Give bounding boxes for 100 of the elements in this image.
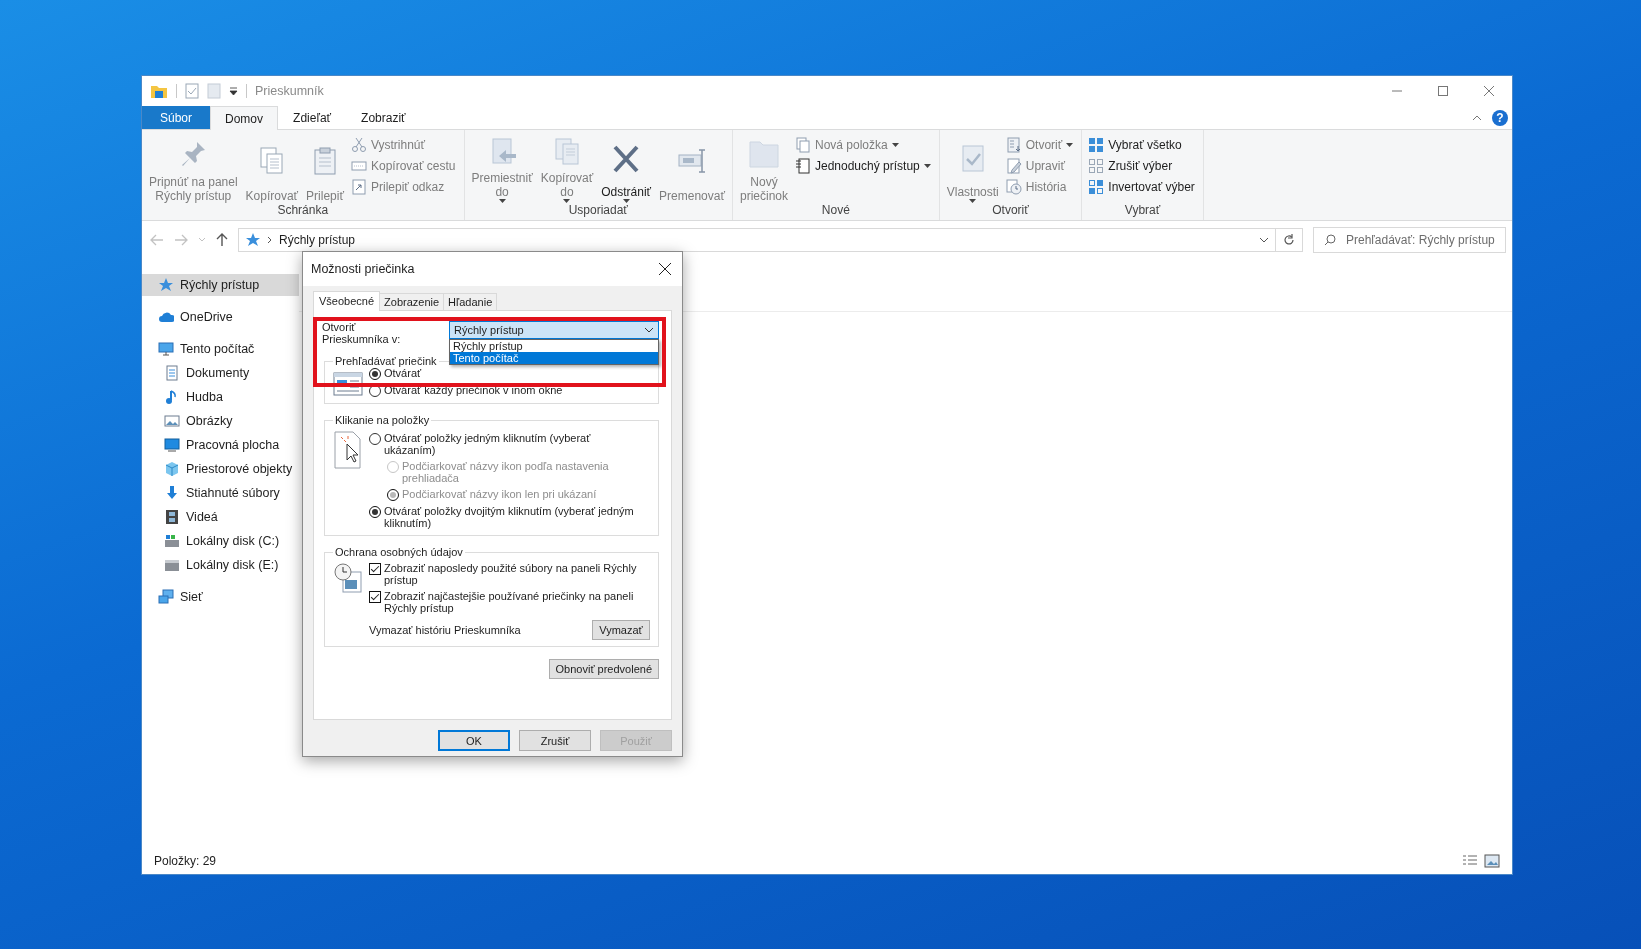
item-count: Položky: 29 <box>154 854 217 868</box>
group-label: Vybrať <box>1123 203 1162 219</box>
screen-icon <box>164 437 180 453</box>
group-label: Nové <box>820 203 851 219</box>
right-arrow-icon <box>174 233 188 246</box>
chevron-up-icon <box>1472 114 1482 121</box>
dropdown-option[interactable]: Tento počítač <box>450 352 658 364</box>
left-arrow-icon <box>150 233 164 246</box>
ribbon-button[interactable]: Zrušiť výber <box>1088 157 1195 174</box>
dialog-tab[interactable]: Všeobecné <box>313 291 381 311</box>
radio-button[interactable] <box>369 506 381 518</box>
picture-icon <box>164 413 180 429</box>
help-button[interactable]: ? <box>1492 109 1508 126</box>
dialog-title: Možnosti priečinka <box>311 262 415 276</box>
refresh-icon <box>1283 233 1295 246</box>
checkbox[interactable] <box>369 591 381 603</box>
sidebar-item[interactable]: Lokálny disk (C:) <box>142 530 299 552</box>
sidebar-item[interactable]: Dokumenty <box>142 362 299 384</box>
document-icon <box>164 365 180 381</box>
group-title: Ochrana osobných údajov <box>334 546 464 558</box>
page-icon <box>207 83 221 99</box>
sidebar-item[interactable]: Pracovná plocha <box>142 434 299 456</box>
drive-icon <box>164 557 180 573</box>
group-label: Otvoriť <box>991 203 1030 219</box>
group-label: Schránka <box>276 203 330 219</box>
clock-pictures-icon <box>333 562 363 594</box>
checkbox[interactable] <box>369 563 381 575</box>
caret-icon <box>229 87 238 95</box>
grid-icon <box>1088 136 1105 153</box>
refresh-button[interactable] <box>1275 227 1303 252</box>
ribbon-button[interactable]: Odstrániť <box>598 134 655 203</box>
chevron-down-icon <box>644 327 654 333</box>
ribbon-tab[interactable]: Súbor <box>142 106 211 129</box>
ribbon-tab[interactable]: Zdieľať <box>278 106 347 129</box>
ribbon-tab[interactable]: Domov <box>210 106 279 130</box>
scissors-icon <box>350 136 367 153</box>
pencil-page-icon <box>1005 157 1022 174</box>
chevron-down-icon <box>1259 236 1269 243</box>
clear-history-label: Vymazať históriu Prieskumníka <box>369 624 521 636</box>
sidebar-item[interactable]: Sieť <box>142 586 299 608</box>
sidebar-item[interactable]: Tento počítač <box>142 338 299 360</box>
restore-defaults-button[interactable]: Obnoviť predvolené <box>548 659 659 679</box>
list-icon <box>1462 854 1478 868</box>
option-label: Otvárať položky jedným kliknutím (vyberať ukázaním) <box>384 432 591 456</box>
network-icon <box>158 589 174 605</box>
radio-button[interactable] <box>369 433 381 445</box>
shortcut-icon <box>350 178 367 195</box>
dropdown-option[interactable]: Rýchly prístup <box>450 340 658 352</box>
ribbon-button[interactable]: Vybrať všetko <box>1088 136 1195 153</box>
caret-icon <box>198 237 206 242</box>
picture-icon <box>1484 854 1500 868</box>
drive-icon <box>164 533 180 549</box>
cursor-page-icon <box>333 430 363 470</box>
nav-button[interactable] <box>216 232 228 247</box>
sidebar-item[interactable]: Rýchly prístup <box>142 274 299 296</box>
close-icon <box>659 263 671 275</box>
sidebar-item[interactable]: Lokálny disk (E:) <box>142 554 299 576</box>
option-label: Podčiarkovať názvy ikon podľa nastavenia prehliadača <box>402 460 609 484</box>
clock-page-icon <box>1005 178 1022 195</box>
large-icons-view-button[interactable] <box>1484 854 1500 868</box>
ribbon-tab[interactable]: Zobraziť <box>346 106 421 129</box>
option-label: Zobraziť naposledy použité súbory na paneli Rýchly prístup <box>384 562 637 586</box>
download-arrow-icon <box>164 485 180 501</box>
dialog-tab[interactable]: Hľadanie <box>443 293 498 310</box>
option-label: Otvárať <box>384 367 422 379</box>
sidebar-item[interactable]: OneDrive <box>142 306 299 328</box>
page-icon <box>795 157 811 174</box>
close-icon <box>1484 86 1494 96</box>
search-field[interactable]: Prehľadávať: Rýchly prístup <box>1313 226 1506 253</box>
address-path[interactable]: Rýchly prístup <box>279 232 356 247</box>
dialog-button[interactable]: OK <box>438 730 510 751</box>
cube-icon <box>164 461 180 477</box>
up-arrow-icon <box>216 232 228 247</box>
sidebar-item[interactable]: Obrázky <box>142 410 299 432</box>
ribbon-button[interactable]: Jednoduchý prístup <box>795 157 931 174</box>
maximize-icon <box>1438 86 1448 96</box>
folder-icon <box>150 83 168 99</box>
field-label: Otvoriť Prieskumníka v: <box>322 321 401 345</box>
option-label: Podčiarkovať názvy ikon len pri ukázaní <box>402 488 597 500</box>
grid-outline-icon <box>1088 157 1105 174</box>
sidebar-item[interactable]: Priestorové objekty <box>142 458 299 480</box>
grid-icon <box>1088 178 1105 195</box>
star-icon <box>158 277 174 293</box>
radio-button[interactable] <box>369 368 381 380</box>
collapse-ribbon-button[interactable] <box>1472 114 1482 121</box>
sidebar-item[interactable]: Stiahnuté súbory <box>142 482 299 504</box>
sidebar-item[interactable]: Videá <box>142 506 299 528</box>
group-title: Prehľadávať priečink <box>334 355 438 367</box>
option-label: Otvárať položky dvojitým kliknutím (vyberať jedným kliknutím) <box>384 505 634 529</box>
clear-button[interactable]: Vymazať <box>592 620 650 640</box>
pages-icon <box>795 136 811 153</box>
sidebar-item[interactable]: Hudba <box>142 386 299 408</box>
monitor-icon <box>158 341 174 357</box>
dropdown[interactable]: Rýchly prístup <box>449 321 659 339</box>
list-page-icon <box>1005 136 1022 153</box>
ribbon-button[interactable]: Invertovať výber <box>1088 178 1195 195</box>
dialog-button[interactable]: Zrušiť <box>519 730 591 751</box>
option-label: Zobraziť najčastejšie používané priečinky na paneli Rýchly prístup <box>384 590 634 614</box>
search-icon <box>1324 233 1336 246</box>
group-label: Usporiadať <box>567 203 629 219</box>
